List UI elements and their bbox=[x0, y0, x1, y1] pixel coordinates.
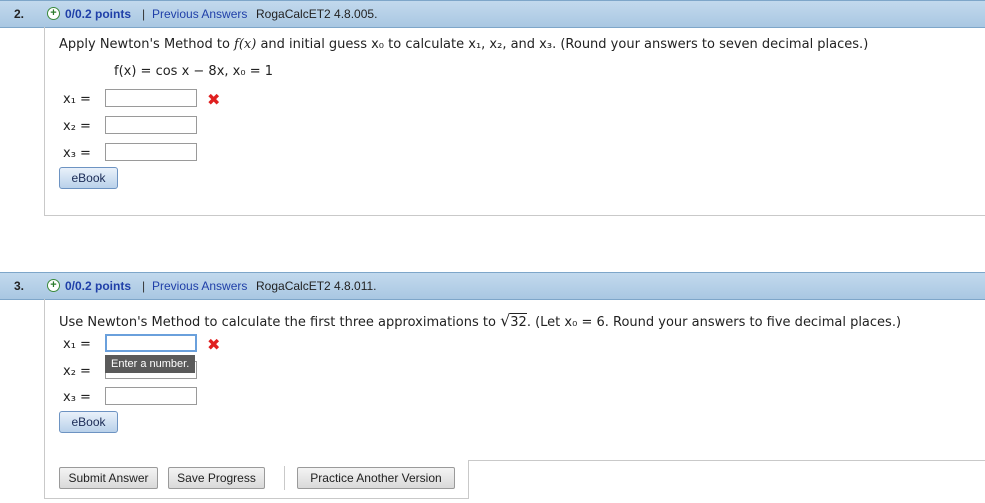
expand-plus-icon[interactable]: + bbox=[47, 279, 60, 292]
expand-plus-icon[interactable]: + bbox=[47, 7, 60, 20]
x3-label: x₃ = bbox=[63, 146, 91, 161]
ebook-button[interactable]: eBook bbox=[59, 411, 118, 433]
x3-label: x₃ = bbox=[63, 390, 91, 405]
prompt-text-rest: . (Let x₀ = 6. Round your answers to fiv… bbox=[526, 315, 902, 330]
function-definition: f(x) = cos x − 8x, x₀ = 1 bbox=[114, 64, 273, 79]
prompt-text-mid: and initial guess bbox=[256, 37, 372, 52]
problem-source: RogaCalcET2 4.8.011. bbox=[256, 279, 377, 293]
sqrt-radicand: 32 bbox=[510, 313, 527, 330]
ebook-button[interactable]: eBook bbox=[59, 167, 118, 189]
question-3-prompt: Use Newton's Method to calculate the fir… bbox=[59, 311, 901, 330]
sqrt-symbol: √ bbox=[500, 311, 511, 330]
q3-x1-input[interactable] bbox=[105, 334, 197, 352]
prompt-x0: x₀ bbox=[371, 37, 385, 52]
question-3-header: 3. + 0/0.2 points | Previous Answers Rog… bbox=[0, 272, 985, 300]
x2-label: x₂ = bbox=[63, 364, 91, 379]
prompt-text-rest: to calculate x₁, x₂, and x₃. (Round your… bbox=[384, 37, 869, 52]
separator: | bbox=[142, 7, 146, 21]
incorrect-x-icon: ✖ bbox=[207, 335, 221, 354]
points-score: 0/0.2 points bbox=[65, 279, 132, 293]
validation-tooltip: Enter a number. bbox=[105, 355, 196, 373]
prompt-fx: f(x) bbox=[234, 37, 257, 52]
previous-answers-link[interactable]: Previous Answers bbox=[152, 279, 247, 293]
q2-x3-input[interactable] bbox=[105, 143, 197, 161]
x1-label: x₁ = bbox=[63, 337, 91, 352]
separator: | bbox=[142, 279, 146, 293]
question-number: 3. bbox=[14, 279, 25, 293]
points-score: 0/0.2 points bbox=[65, 7, 132, 21]
button-divider bbox=[284, 466, 285, 490]
panel-divider-vertical bbox=[468, 460, 469, 498]
q3-x3-input[interactable] bbox=[105, 387, 197, 405]
q2-x1-input[interactable] bbox=[105, 89, 197, 107]
save-progress-button[interactable]: Save Progress bbox=[168, 467, 265, 489]
x1-label: x₁ = bbox=[63, 92, 91, 107]
x2-label: x₂ = bbox=[63, 119, 91, 134]
practice-another-version-button[interactable]: Practice Another Version bbox=[297, 467, 455, 489]
q2-x2-input[interactable] bbox=[105, 116, 197, 134]
question-number: 2. bbox=[14, 7, 25, 21]
submit-answer-button[interactable]: Submit Answer bbox=[59, 467, 158, 489]
problem-source: RogaCalcET2 4.8.005. bbox=[256, 7, 378, 21]
question-2-header: 2. + 0/0.2 points | Previous Answers Rog… bbox=[0, 0, 985, 28]
question-2-prompt: Apply Newton's Method to f(x) and initia… bbox=[59, 37, 868, 52]
incorrect-x-icon: ✖ bbox=[207, 90, 221, 109]
prompt-text: Apply Newton's Method to bbox=[59, 37, 235, 52]
previous-answers-link[interactable]: Previous Answers bbox=[152, 7, 247, 21]
prompt-text: Use Newton's Method to calculate the fir… bbox=[59, 315, 501, 330]
panel-top-divider bbox=[468, 460, 985, 461]
